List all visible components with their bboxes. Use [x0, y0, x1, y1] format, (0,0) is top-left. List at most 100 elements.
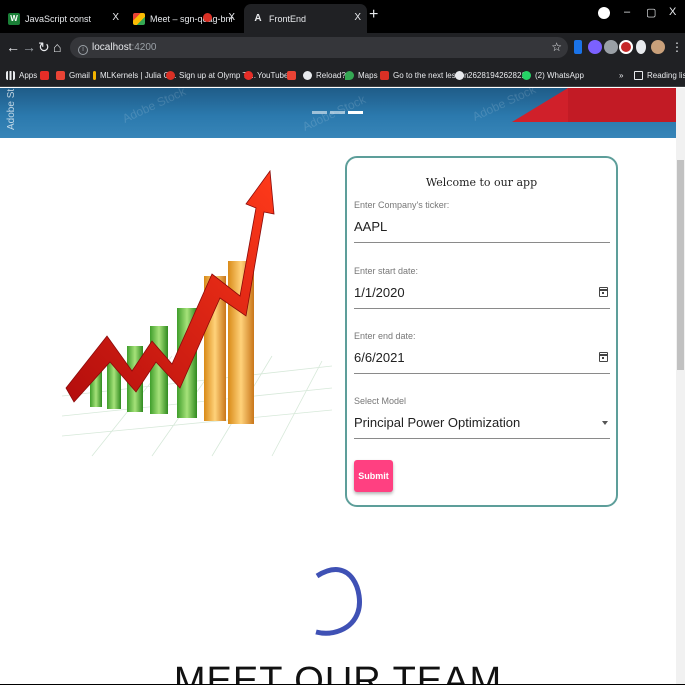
close-icon[interactable]: X: [228, 12, 235, 23]
bookmark-label: Apps: [19, 70, 38, 80]
model-value[interactable]: Principal Power Optimization: [354, 415, 520, 430]
model-select[interactable]: Select Model Principal Power Optimizatio…: [354, 396, 610, 439]
tab-frontend[interactable]: A FrontEnd X: [244, 4, 367, 33]
address-bar[interactable]: i localhost:4200 ☆: [70, 37, 568, 58]
close-icon[interactable]: X: [354, 12, 361, 23]
tab-javascript-const[interactable]: W JavaScript const X: [0, 4, 125, 33]
end-date-input[interactable]: 6/6/2021: [354, 350, 405, 365]
bookmark-whatsapp[interactable]: (2) WhatsApp: [522, 68, 584, 82]
bookmarks-bar: Apps Gmail MLKernels | Julia O... Sign u…: [0, 62, 685, 87]
reading-list-label: Reading list: [647, 70, 685, 80]
bookmark-youtube[interactable]: YouTube: [244, 68, 288, 82]
avatar[interactable]: [651, 40, 665, 54]
apps-grid-icon: [6, 70, 15, 80]
bookmark-mlkernels[interactable]: MLKernels | Julia O...: [93, 68, 176, 82]
growth-chart-illustration: [61, 169, 333, 457]
url-port: :4200: [131, 42, 157, 53]
carousel-dot[interactable]: [330, 111, 345, 114]
bookmark-label: Maps: [358, 70, 378, 80]
carousel-indicators: [312, 111, 363, 114]
whatsapp-icon: [522, 70, 531, 80]
window-close-icon[interactable]: X: [669, 6, 676, 18]
menu-icon[interactable]: ⋮: [671, 38, 683, 56]
tab-title: FrontEnd: [269, 13, 307, 24]
bookmark-label: 26281942628211: [468, 70, 530, 80]
chevron-down-icon[interactable]: [602, 421, 608, 425]
stock-form-card: Welcome to our app Enter Company's ticke…: [345, 156, 618, 507]
lesson-icon: [380, 70, 389, 80]
model-label: Select Model: [354, 396, 407, 406]
watermark: Adobe Stock: [120, 88, 188, 126]
maps-icon: [345, 70, 354, 80]
bookmark-gmail[interactable]: Gmail: [56, 68, 90, 82]
start-date-field[interactable]: Enter start date: 1/1/2020: [354, 266, 610, 309]
bookmark-label: (2) WhatsApp: [535, 70, 584, 80]
back-icon[interactable]: ←: [6, 38, 20, 56]
forward-icon[interactable]: →: [22, 38, 36, 56]
site-icon: [455, 70, 464, 80]
start-date-label: Enter start date:: [354, 266, 419, 276]
new-tab-icon[interactable]: +: [369, 6, 378, 24]
extension-pen-icon[interactable]: [574, 40, 582, 54]
ticker-field[interactable]: Enter Company's ticker: AAPL: [354, 200, 610, 243]
hero-side-text: Adobe St: [6, 88, 17, 130]
start-date-input[interactable]: 1/1/2020: [354, 285, 405, 300]
url-host: localhost: [92, 42, 132, 53]
page-viewport: Adobe Stock Adobe Stock Adobe Stock Adob…: [0, 88, 676, 685]
calendar-icon[interactable]: [599, 287, 608, 297]
bookmark-label: YouTube: [257, 70, 289, 80]
end-date-field[interactable]: Enter end date: 6/6/2021: [354, 331, 610, 374]
loading-spinner: [315, 567, 362, 636]
page-scrollbar[interactable]: [676, 88, 685, 685]
close-icon[interactable]: X: [112, 12, 119, 23]
bookmark-gmail-2[interactable]: [287, 68, 300, 82]
profile-tab-icon[interactable]: [598, 7, 610, 19]
bookmark-numbers[interactable]: 26281942628211: [455, 68, 530, 82]
bookmarks-overflow-icon[interactable]: »: [619, 68, 623, 82]
bookmark-label: Reload?: [316, 70, 346, 80]
olymp-icon: [166, 70, 175, 80]
bookmark-maps[interactable]: Maps: [345, 68, 378, 82]
bookmark-apps[interactable]: Apps: [6, 68, 37, 82]
tab-meet[interactable]: Meet – sgn-qoag-bnr X: [125, 4, 241, 33]
angular-icon: A: [254, 13, 262, 24]
bookmark-reload[interactable]: Reload?: [303, 68, 346, 82]
bookmark-youtube-red[interactable]: [40, 68, 53, 82]
ticker-label: Enter Company's ticker:: [354, 200, 450, 210]
calendar-icon[interactable]: [599, 352, 608, 362]
form-title: Welcome to our app: [425, 176, 538, 189]
submit-button[interactable]: Submit: [354, 460, 393, 492]
extension-icon[interactable]: [588, 40, 602, 54]
extension-home-icon[interactable]: [604, 40, 618, 54]
gmail-icon: [287, 70, 296, 80]
reload-icon[interactable]: ↻: [38, 38, 50, 56]
reading-list[interactable]: Reading list: [634, 68, 685, 82]
minimize-icon[interactable]: –: [624, 6, 630, 18]
reading-list-icon: [634, 70, 643, 80]
carousel-dot[interactable]: [312, 111, 327, 114]
maximize-icon[interactable]: ▢: [646, 6, 656, 19]
scrollbar-thumb[interactable]: [677, 160, 684, 370]
extension-shield-icon[interactable]: [619, 40, 633, 54]
tab-title: Meet – sgn-qoag-bnr: [150, 13, 234, 24]
meet-icon: [133, 12, 145, 25]
github-icon: [303, 70, 312, 80]
carousel-dot-active[interactable]: [348, 111, 363, 114]
w3schools-icon: W: [8, 12, 20, 25]
star-icon[interactable]: ☆: [551, 37, 562, 58]
bookmark-olymp[interactable]: Sign up at Olymp Tr...: [166, 68, 256, 82]
ticker-input[interactable]: AAPL: [354, 219, 387, 234]
end-date-label: Enter end date:: [354, 331, 416, 341]
browser-toolbar: ← → ↻ ⌂ i localhost:4200 ☆ ⋮: [0, 33, 685, 62]
bookmark-label: Gmail: [69, 70, 90, 80]
site-info-icon[interactable]: i: [78, 45, 88, 55]
youtube-icon: [40, 70, 49, 80]
home-icon[interactable]: ⌂: [53, 38, 61, 56]
gmail-icon: [56, 70, 65, 80]
extensions-puzzle-icon[interactable]: [636, 40, 646, 54]
hero-red-shape: [568, 88, 676, 122]
recording-icon: [203, 13, 212, 22]
tab-title: JavaScript const: [25, 13, 92, 24]
hero-carousel: Adobe Stock Adobe Stock Adobe Stock Adob…: [0, 88, 676, 138]
browser-tab-bar: W JavaScript const X Meet – sgn-qoag-bnr…: [0, 0, 685, 33]
